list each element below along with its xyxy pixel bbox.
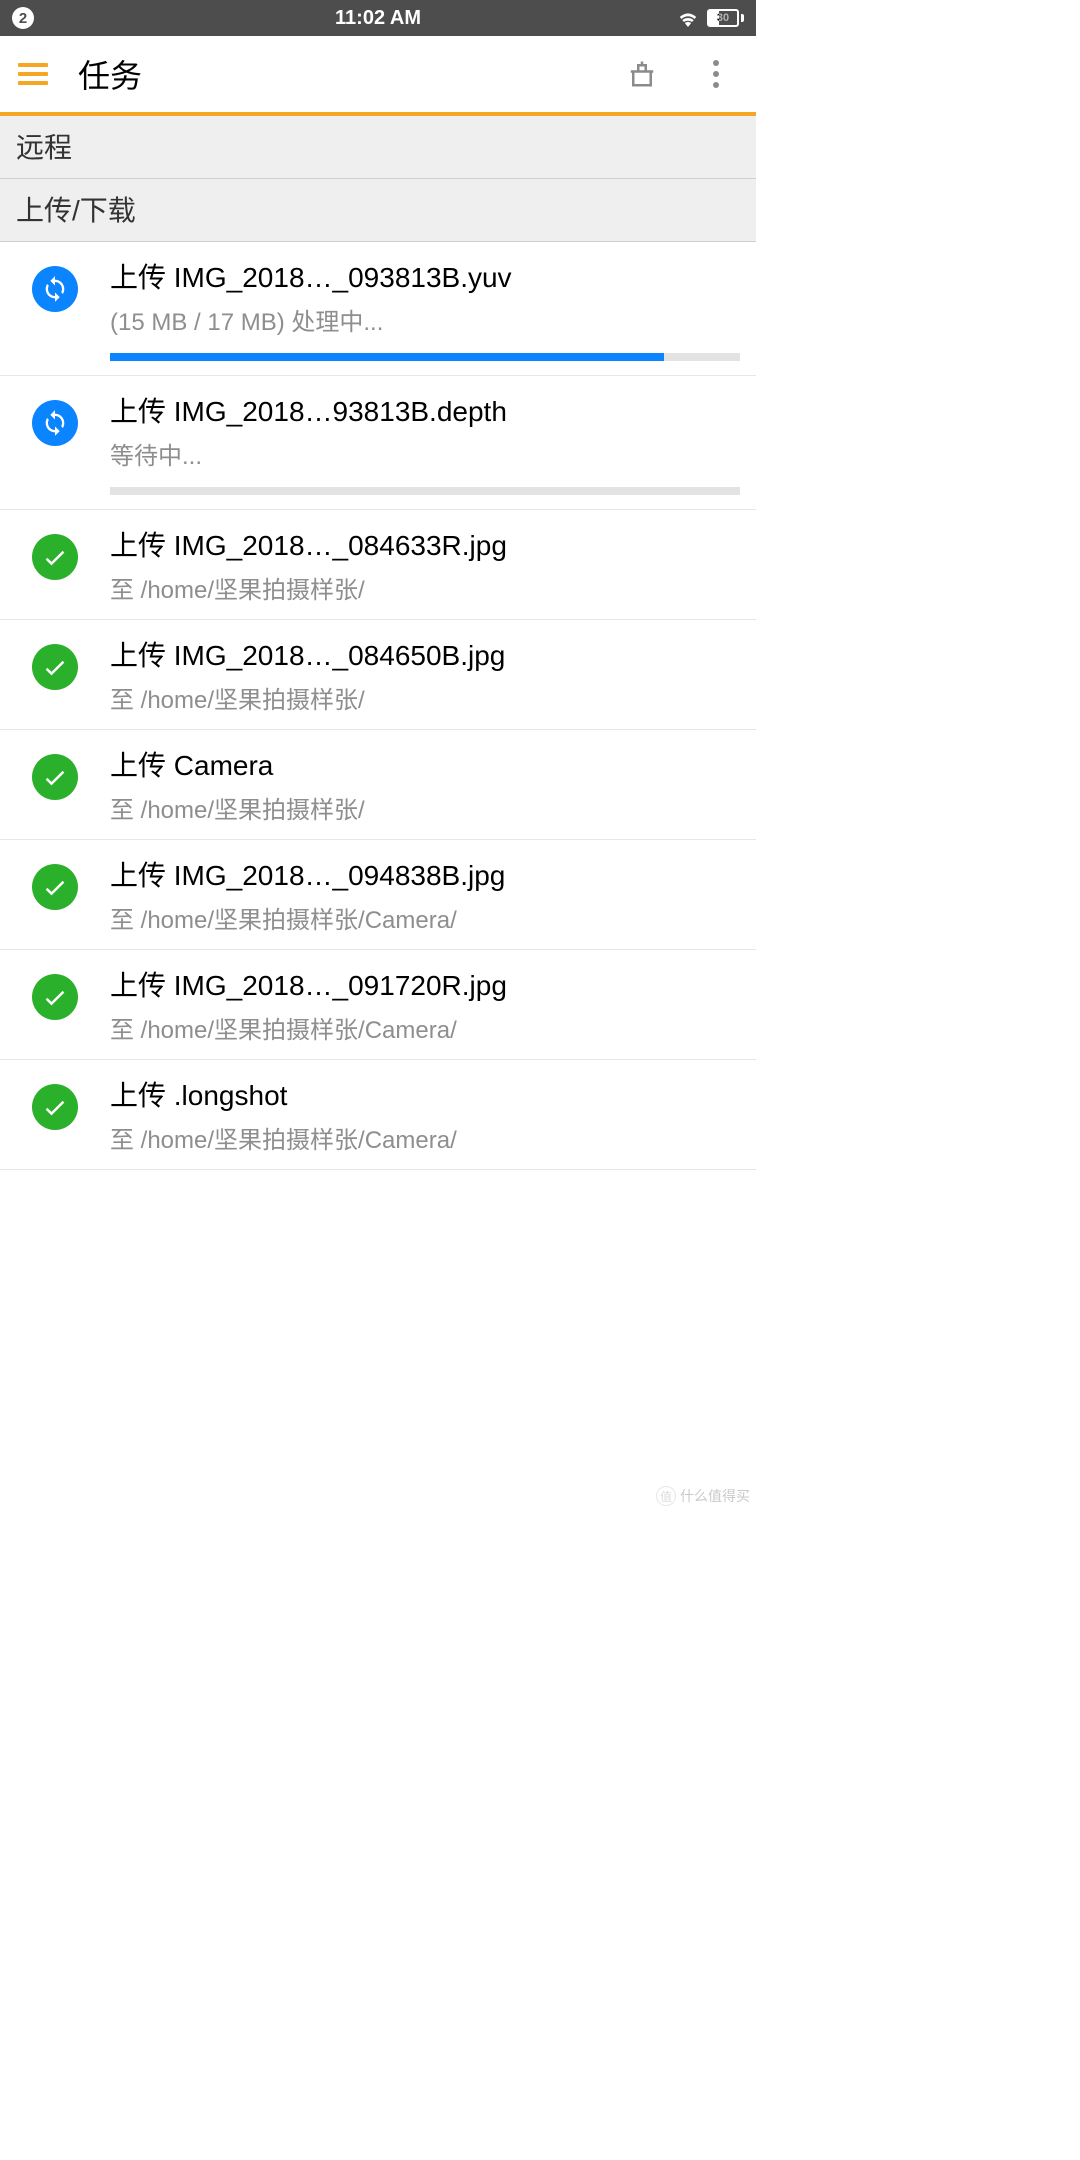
section-header-transfer: 上传/下载 — [0, 179, 756, 242]
task-title: 上传 IMG_2018…_093813B.yuv — [110, 256, 740, 296]
status-time: 11:02 AM — [256, 7, 500, 30]
task-title: 上传 IMG_2018…_084633R.jpg — [110, 524, 740, 564]
task-row[interactable]: 上传 .longshot 至 /home/坚果拍摄样张/Camera/ — [0, 1060, 756, 1170]
task-title: 上传 .longshot — [110, 1074, 740, 1114]
status-bar: 2 11:02 AM 30 — [0, 0, 756, 36]
task-title: 上传 IMG_2018…_091720R.jpg — [110, 964, 740, 1004]
task-subtitle: 至 /home/坚果拍摄样张/ — [110, 680, 740, 715]
task-title: 上传 IMG_2018…_084650B.jpg — [110, 634, 740, 674]
section-header-remote: 远程 — [0, 116, 756, 179]
page-title: 任务 — [78, 51, 590, 97]
task-row[interactable]: 上传 IMG_2018…_084633R.jpg 至 /home/坚果拍摄样张/ — [0, 510, 756, 620]
wifi-icon — [677, 9, 699, 27]
task-row[interactable]: 上传 IMG_2018…_094838B.jpg 至 /home/坚果拍摄样张/C… — [0, 840, 756, 950]
check-icon — [32, 644, 78, 690]
notification-count-badge: 2 — [12, 7, 34, 29]
task-title: 上传 IMG_2018…93813B.depth — [110, 390, 740, 430]
check-icon — [32, 974, 78, 1020]
menu-button[interactable] — [18, 59, 48, 89]
task-list: 上传 IMG_2018…_093813B.yuv (15 MB / 17 MB) … — [0, 242, 756, 1170]
task-row[interactable]: 上传 IMG_2018…_091720R.jpg 至 /home/坚果拍摄样张/C… — [0, 950, 756, 1060]
task-row[interactable]: 上传 Camera 至 /home/坚果拍摄样张/ — [0, 730, 756, 840]
task-subtitle: (15 MB / 17 MB) 处理中... — [110, 302, 740, 337]
watermark: 值 什么值得买 — [656, 1486, 750, 1506]
battery-indicator: 30 — [707, 9, 744, 27]
check-icon — [32, 534, 78, 580]
toolbar: 任务 — [0, 36, 756, 116]
task-subtitle: 至 /home/坚果拍摄样张/Camera/ — [110, 900, 740, 935]
check-icon — [32, 754, 78, 800]
task-subtitle: 等待中... — [110, 436, 740, 471]
sync-icon — [32, 400, 78, 446]
progress-bar — [110, 353, 740, 361]
more-options-button[interactable] — [694, 52, 738, 96]
task-title: 上传 IMG_2018…_094838B.jpg — [110, 854, 740, 894]
task-subtitle: 至 /home/坚果拍摄样张/ — [110, 790, 740, 825]
task-row[interactable]: 上传 IMG_2018…93813B.depth 等待中... — [0, 376, 756, 510]
check-icon — [32, 1084, 78, 1130]
clear-tasks-button[interactable] — [620, 52, 664, 96]
task-row[interactable]: 上传 IMG_2018…_084650B.jpg 至 /home/坚果拍摄样张/ — [0, 620, 756, 730]
progress-bar — [110, 487, 740, 495]
task-subtitle: 至 /home/坚果拍摄样张/ — [110, 570, 740, 605]
sync-icon — [32, 266, 78, 312]
check-icon — [32, 864, 78, 910]
task-title: 上传 Camera — [110, 744, 740, 784]
task-subtitle: 至 /home/坚果拍摄样张/Camera/ — [110, 1010, 740, 1045]
task-row[interactable]: 上传 IMG_2018…_093813B.yuv (15 MB / 17 MB) … — [0, 242, 756, 376]
task-subtitle: 至 /home/坚果拍摄样张/Camera/ — [110, 1120, 740, 1155]
